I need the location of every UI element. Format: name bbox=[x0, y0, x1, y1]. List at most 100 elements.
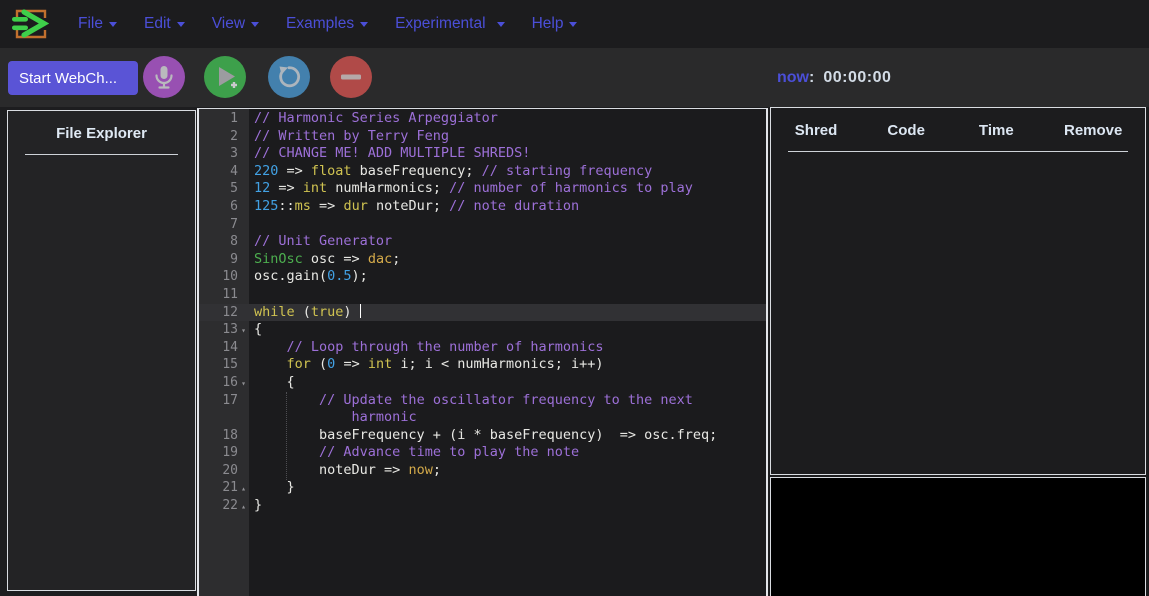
menu-edit-label: Edit bbox=[144, 15, 171, 33]
chevron-down-icon bbox=[360, 22, 368, 27]
file-explorer-panel: File Explorer bbox=[7, 110, 196, 591]
code-lines: 1// Harmonic Series Arpeggiator2// Writt… bbox=[199, 110, 766, 515]
menu-examples[interactable]: Examples bbox=[286, 15, 368, 33]
code-line[interactable]: 19 // Advance time to play the note bbox=[199, 444, 766, 462]
fold-marker-icon[interactable]: ▾ bbox=[238, 375, 249, 393]
code-text: osc.gain(0.5); bbox=[249, 268, 368, 286]
line-number: 13▾ bbox=[199, 321, 249, 339]
menu-help-label: Help bbox=[532, 15, 564, 33]
menu-help[interactable]: Help bbox=[532, 15, 578, 33]
line-number: 3 bbox=[199, 145, 249, 163]
fold-marker-icon[interactable]: ▾ bbox=[238, 322, 249, 340]
menu-file[interactable]: File bbox=[78, 15, 117, 33]
toolbar: Start WebCh... now:00:00:00 bbox=[0, 48, 1149, 107]
line-number: 21▴ bbox=[199, 479, 249, 497]
code-line[interactable]: 6125::ms => dur noteDur; // note duratio… bbox=[199, 198, 766, 216]
line-number: 11 bbox=[199, 286, 249, 304]
visualizer-panel bbox=[770, 477, 1146, 596]
code-text: baseFrequency + (i * baseFrequency) => o… bbox=[249, 427, 717, 445]
line-number: 1 bbox=[199, 110, 249, 128]
code-text: while (true) bbox=[249, 304, 361, 322]
chuck-logo-icon bbox=[9, 4, 49, 44]
code-line[interactable]: 2// Written by Terry Feng bbox=[199, 128, 766, 146]
code-text: // Loop through the number of harmonics bbox=[249, 339, 604, 357]
code-line[interactable]: 13▾{ bbox=[199, 321, 766, 339]
code-line[interactable]: 10osc.gain(0.5); bbox=[199, 268, 766, 286]
chevron-down-icon bbox=[251, 22, 259, 27]
code-line[interactable]: 7 bbox=[199, 216, 766, 234]
line-number: 9 bbox=[199, 251, 249, 269]
code-text: harmonic bbox=[249, 409, 417, 427]
code-line[interactable]: 17 // Update the oscillator frequency to… bbox=[199, 392, 766, 410]
code-line[interactable]: 20 noteDur => now; bbox=[199, 462, 766, 480]
menu-edit[interactable]: Edit bbox=[144, 15, 185, 33]
shred-table-headers: Shred Code Time Remove bbox=[771, 122, 1145, 139]
now-label: now bbox=[777, 69, 809, 87]
play-add-shred-icon bbox=[212, 64, 238, 90]
code-text: // Update the oscillator frequency to th… bbox=[249, 392, 693, 410]
code-text: { bbox=[249, 374, 295, 392]
add-shred-button[interactable] bbox=[204, 56, 246, 98]
line-number: 22▴ bbox=[199, 497, 249, 515]
chevron-down-icon bbox=[569, 22, 577, 27]
start-webchuck-button[interactable]: Start WebCh... bbox=[8, 61, 138, 95]
chevron-down-icon bbox=[109, 22, 117, 27]
menu-experimental[interactable]: Experimental bbox=[395, 15, 504, 33]
code-text: noteDur => now; bbox=[249, 462, 441, 480]
line-number bbox=[199, 409, 249, 427]
line-number: 20 bbox=[199, 462, 249, 480]
code-text bbox=[249, 286, 254, 304]
line-number: 2 bbox=[199, 128, 249, 146]
microphone-button[interactable] bbox=[143, 56, 185, 98]
time-col-header: Time bbox=[951, 122, 1041, 139]
code-editor[interactable]: 1// Harmonic Series Arpeggiator2// Writt… bbox=[197, 108, 768, 596]
menu-experimental-label: Experimental bbox=[395, 15, 485, 33]
code-line[interactable]: 4220 => float baseFrequency; // starting… bbox=[199, 163, 766, 181]
shred-table-panel: Shred Code Time Remove bbox=[770, 107, 1146, 475]
line-number: 4 bbox=[199, 163, 249, 181]
code-line[interactable]: harmonic bbox=[199, 409, 766, 427]
code-line[interactable]: 9SinOsc osc => dac; bbox=[199, 251, 766, 269]
code-line[interactable]: 22▴} bbox=[199, 497, 766, 515]
code-line[interactable]: 18 baseFrequency + (i * baseFrequency) =… bbox=[199, 427, 766, 445]
code-line[interactable]: 1// Harmonic Series Arpeggiator bbox=[199, 110, 766, 128]
line-number: 15 bbox=[199, 356, 249, 374]
menu-file-label: File bbox=[78, 15, 103, 33]
line-number: 10 bbox=[199, 268, 249, 286]
menu-view[interactable]: View bbox=[212, 15, 259, 33]
shred-table-divider bbox=[788, 151, 1128, 152]
code-text: for (0 => int i; i < numHarmonics; i++) bbox=[249, 356, 604, 374]
fold-marker-icon[interactable]: ▴ bbox=[238, 498, 249, 516]
file-explorer-title: File Explorer bbox=[8, 125, 195, 142]
remove-col-header: Remove bbox=[1041, 122, 1145, 139]
menu-view-label: View bbox=[212, 15, 245, 33]
code-line[interactable]: 21▴ } bbox=[199, 479, 766, 497]
code-line[interactable]: 512 => int numHarmonics; // number of ha… bbox=[199, 180, 766, 198]
code-line[interactable]: 16▾ { bbox=[199, 374, 766, 392]
line-number: 18 bbox=[199, 427, 249, 445]
microphone-icon bbox=[152, 64, 176, 90]
line-number: 14 bbox=[199, 339, 249, 357]
code-text: // Written by Terry Feng bbox=[249, 128, 449, 146]
line-number: 16▾ bbox=[199, 374, 249, 392]
code-text: SinOsc osc => dac; bbox=[249, 251, 400, 269]
code-line[interactable]: 14 // Loop through the number of harmoni… bbox=[199, 339, 766, 357]
code-line[interactable]: 8// Unit Generator bbox=[199, 233, 766, 251]
remove-shred-button[interactable] bbox=[330, 56, 372, 98]
menu-examples-label: Examples bbox=[286, 15, 354, 33]
code-line[interactable]: 11 bbox=[199, 286, 766, 304]
line-number: 12 bbox=[199, 304, 249, 322]
code-line[interactable]: 12while (true) bbox=[199, 304, 766, 322]
chevron-down-icon bbox=[497, 22, 505, 27]
remove-shred-icon bbox=[339, 65, 363, 89]
line-number: 19 bbox=[199, 444, 249, 462]
code-text: { bbox=[249, 321, 262, 339]
line-number: 8 bbox=[199, 233, 249, 251]
fold-marker-icon[interactable]: ▴ bbox=[238, 480, 249, 498]
code-line[interactable]: 3// CHANGE ME! ADD MULTIPLE SHREDS! bbox=[199, 145, 766, 163]
code-text: // Unit Generator bbox=[249, 233, 392, 251]
code-text: } bbox=[249, 479, 295, 497]
replace-shred-button[interactable] bbox=[268, 56, 310, 98]
code-line[interactable]: 15 for (0 => int i; i < numHarmonics; i+… bbox=[199, 356, 766, 374]
menu-items: File Edit View Examples Experimental Hel… bbox=[78, 15, 577, 33]
